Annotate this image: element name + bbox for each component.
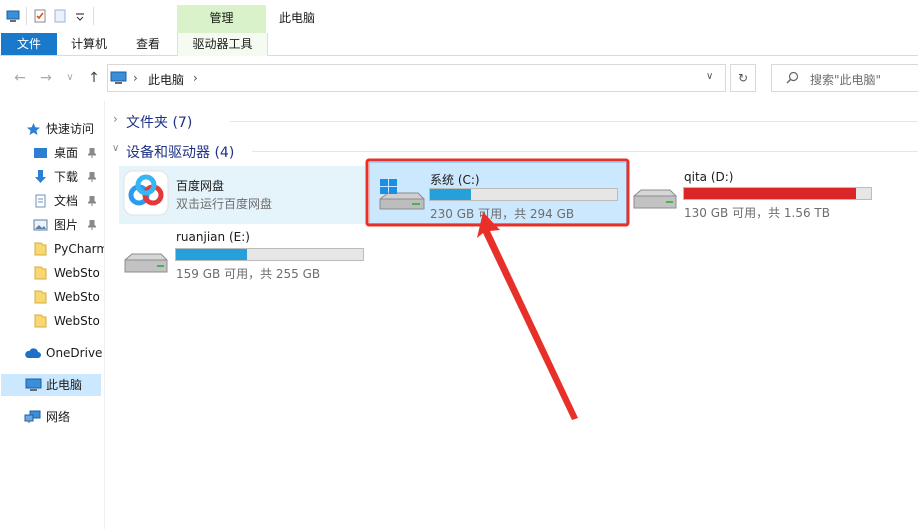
windows-system-drive-icon xyxy=(379,179,425,210)
drive-tile-d[interactable]: qita (D:) 130 GB 可用，共 1.56 TB xyxy=(629,162,887,224)
manage-context-tab[interactable]: 管理 xyxy=(177,5,266,33)
tab-computer[interactable]: 计算机 xyxy=(62,33,116,55)
group-divider xyxy=(230,121,918,122)
network-icon xyxy=(24,410,41,423)
baidu-netdisk-icon xyxy=(123,170,169,216)
drive-e-free-space: 159 GB 可用，共 255 GB xyxy=(176,267,321,281)
baidu-netdisk-tile[interactable]: 百度网盘 双击运行百度网盘 xyxy=(119,166,365,224)
devices-collapse-chevron-icon[interactable]: ∨ xyxy=(112,143,119,154)
ribbon-tab-bar: 文件 计算机 查看 驱动器工具 xyxy=(0,33,918,56)
sidebar-item-quick-access[interactable]: 快速访问 xyxy=(0,118,104,140)
drive-e-usage-fill xyxy=(176,249,248,260)
sidebar-item-network[interactable]: 网络 xyxy=(0,406,104,428)
tab-view[interactable]: 查看 xyxy=(126,33,170,55)
baidu-netdisk-subtitle: 双击运行百度网盘 xyxy=(176,197,273,211)
folder-icon xyxy=(34,266,47,280)
drive-c-usage-bar xyxy=(429,188,618,201)
sidebar-item-onedrive[interactable]: OneDrive xyxy=(0,342,104,364)
search-icon xyxy=(786,71,799,84)
group-header-devices[interactable]: 设备和驱动器 (4) xyxy=(126,142,234,162)
this-pc-icon xyxy=(25,378,42,391)
document-icon xyxy=(35,194,46,208)
baidu-netdisk-name: 百度网盘 xyxy=(176,179,225,193)
star-icon xyxy=(27,123,40,135)
tab-drive-tools[interactable]: 驱动器工具 xyxy=(177,33,268,56)
hard-drive-icon xyxy=(124,253,168,273)
drive-d-free-space: 130 GB 可用，共 1.56 TB xyxy=(684,206,830,220)
sidebar-item-pycharm[interactable]: PyCharm xyxy=(0,238,104,260)
window-title: 此电脑 xyxy=(279,11,316,25)
search-placeholder: 搜索"此电脑" xyxy=(810,73,882,87)
drive-tile-e[interactable]: ruanjian (E:) 159 GB 可用，共 255 GB xyxy=(119,226,377,286)
tab-file[interactable]: 文件 xyxy=(1,33,57,55)
customize-toolbar-icon[interactable] xyxy=(73,9,87,23)
sidebar-item-websto-1[interactable]: WebSto xyxy=(0,262,104,284)
sidebar-item-documents[interactable]: 文档 xyxy=(0,190,104,212)
sidebar-item-websto-3[interactable]: WebSto xyxy=(0,310,104,332)
group-header-folders[interactable]: 文件夹 (7) xyxy=(126,112,192,132)
drive-c-free-space: 230 GB 可用，共 294 GB xyxy=(430,207,575,221)
sidebar-item-downloads[interactable]: 下载 xyxy=(0,166,104,188)
new-folder-icon[interactable] xyxy=(53,9,67,23)
drive-d-name: qita (D:) xyxy=(684,170,734,184)
folders-expand-chevron-icon[interactable]: › xyxy=(113,112,118,126)
group-divider xyxy=(252,151,918,152)
address-bar[interactable] xyxy=(107,64,726,92)
hard-drive-icon xyxy=(633,189,677,209)
drive-e-usage-bar xyxy=(175,248,364,261)
drive-e-name: ruanjian (E:) xyxy=(176,230,250,244)
toolbar-divider xyxy=(26,7,27,25)
forward-arrow-icon[interactable]: → xyxy=(38,68,54,88)
sidebar-item-pictures[interactable]: 图片 xyxy=(0,214,104,236)
sidebar-item-desktop[interactable]: 桌面 xyxy=(0,142,104,164)
this-pc-icon xyxy=(110,71,127,84)
sidebar-item-this-pc[interactable]: 此电脑 xyxy=(1,374,101,396)
sidebar-item-websto-2[interactable]: WebSto xyxy=(0,286,104,308)
drive-d-usage-bar xyxy=(683,187,872,200)
pin-icon[interactable] xyxy=(88,220,96,230)
refresh-icon[interactable]: ↻ xyxy=(730,64,756,92)
cloud-icon xyxy=(25,348,41,358)
drive-c-name: 系统 (C:) xyxy=(430,173,480,187)
breadcrumb-separator: › xyxy=(133,71,138,85)
breadcrumb-this-pc[interactable]: 此电脑 xyxy=(148,71,184,88)
up-arrow-icon[interactable]: ↑ xyxy=(86,68,102,88)
folder-icon xyxy=(34,314,47,328)
back-arrow-icon[interactable]: ← xyxy=(12,68,28,88)
this-pc-icon[interactable] xyxy=(6,9,20,23)
desktop-icon xyxy=(34,148,47,158)
drive-d-usage-fill xyxy=(684,188,857,199)
picture-icon xyxy=(33,219,48,231)
quick-access-toolbar xyxy=(6,6,94,26)
recent-locations-chevron-icon[interactable]: ∨ xyxy=(62,68,78,88)
title-bar xyxy=(0,0,918,33)
properties-icon[interactable] xyxy=(33,9,47,23)
drive-tile-c[interactable]: 系统 (C:) 230 GB 可用，共 294 GB xyxy=(369,162,627,224)
navigation-pane: 快速访问 桌面 下载 文档 图片 PyCharm WebSto WebSto W… xyxy=(0,101,105,529)
pin-icon[interactable] xyxy=(88,172,96,182)
pin-icon[interactable] xyxy=(88,148,96,158)
download-arrow-icon xyxy=(35,170,46,183)
pin-icon[interactable] xyxy=(88,196,96,206)
breadcrumb-separator[interactable]: › xyxy=(193,71,198,85)
folder-icon xyxy=(34,290,47,304)
folder-icon xyxy=(34,242,47,256)
annotation-arrow xyxy=(477,212,578,420)
toolbar-divider xyxy=(93,7,94,25)
address-dropdown-chevron-icon[interactable]: ∨ xyxy=(706,71,713,82)
drive-c-usage-fill xyxy=(430,189,472,200)
